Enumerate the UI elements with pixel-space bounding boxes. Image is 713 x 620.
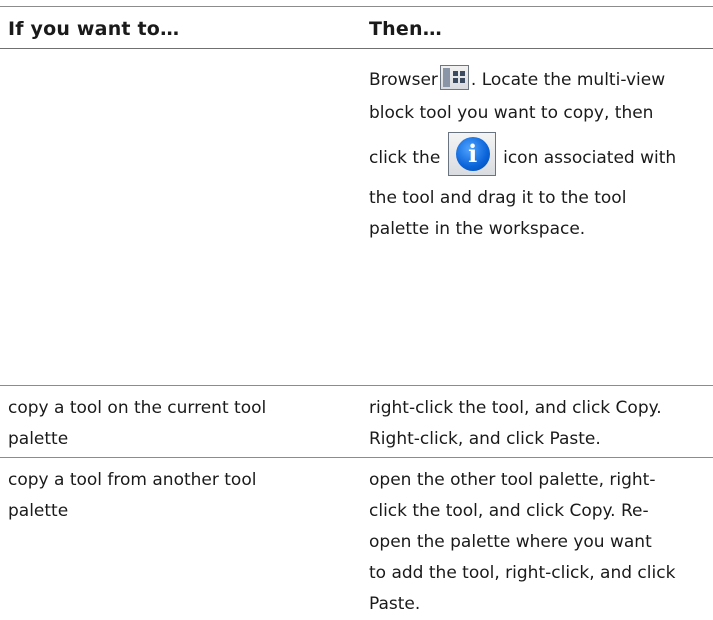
row-1-line-4: the tool and drag it to the tool	[369, 188, 627, 208]
row-1-text-locate: . Locate the multi-view	[470, 70, 666, 90]
row-1-line-2: block tool you want to copy, then	[369, 103, 654, 123]
row-3-line-5: Paste.	[369, 594, 421, 614]
content-browser-icon	[439, 65, 469, 90]
header-then: Then…	[369, 18, 442, 40]
row-1-line-5: palette in the workspace.	[369, 219, 586, 239]
header-rule	[0, 48, 713, 49]
row-2-instructions: right-click the tool, and click Copy. Ri…	[369, 393, 711, 455]
row-3-action-line-1: copy a tool from another tool	[8, 470, 257, 490]
row-2-line-1: right-click the tool, and click Copy.	[369, 398, 662, 418]
row-1-instructions: Browser . Locate the multi-view block too…	[369, 62, 711, 245]
row-3-line-2: click the tool, and click Copy. Re-	[369, 501, 649, 521]
row-2-rule	[0, 457, 713, 458]
row-3-line-4: to add the tool, right-click, and click	[369, 563, 676, 583]
row-2-action-line-1: copy a tool on the current tool	[8, 398, 267, 418]
row-3-action: copy a tool from another tool palette	[8, 465, 338, 527]
info-icon: i	[447, 132, 496, 176]
row-3-line-1: open the other tool palette, right-	[369, 470, 656, 490]
row-1-text-icon-associated: icon associated with	[503, 148, 677, 168]
row-2-line-2: Right-click, and click Paste.	[369, 429, 601, 449]
row-1-text-click-the: click the	[369, 148, 441, 168]
row-3-action-line-2: palette	[8, 501, 69, 521]
row-2-action: copy a tool on the current tool palette	[8, 393, 338, 455]
row-2-action-line-2: palette	[8, 429, 69, 449]
table-top-rule	[0, 6, 713, 7]
row-3-instructions: open the other tool palette, right- clic…	[369, 465, 711, 620]
header-if-you-want-to: If you want to…	[8, 18, 180, 40]
row-1-rule	[0, 385, 713, 386]
row-1-text-browser: Browser	[369, 70, 438, 90]
row-3-line-3: open the palette where you want	[369, 532, 652, 552]
